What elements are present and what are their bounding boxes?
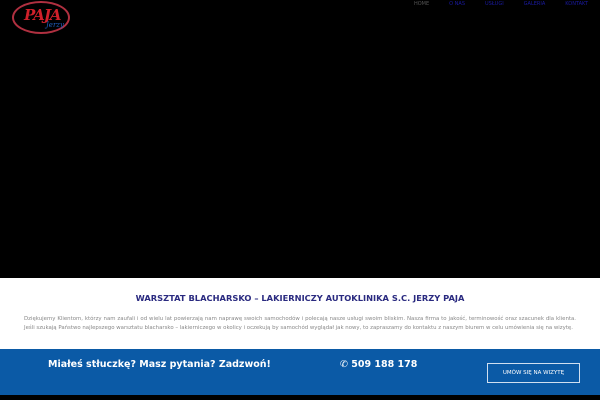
nav-home[interactable]: HOME	[414, 0, 429, 8]
logo-sub: Jerzy	[46, 21, 64, 29]
phone-icon: ✆	[340, 359, 348, 370]
main-nav: HOME O NAS USŁUGI GALERIA KONTAKT	[414, 0, 588, 8]
footer-strip	[0, 395, 600, 400]
nav-gallery[interactable]: GALERIA	[524, 0, 546, 8]
about-text: Dziękujemy Klientom, którzy nam zaufali …	[24, 316, 576, 331]
nav-about[interactable]: O NAS	[449, 0, 465, 8]
phone-number: 509 188 178	[351, 359, 418, 370]
hero-banner	[0, 40, 600, 278]
cta-question: Miałeś stłuczkę? Masz pytania? Zadzwoń!	[48, 359, 271, 370]
phone-link[interactable]: ✆ 509 188 178	[340, 359, 417, 370]
about-title: WARSZTAT BLACHARSKO – LAKIERNICZY AUTOKL…	[135, 293, 465, 303]
logo[interactable]: PAJA Jerzy	[12, 1, 70, 34]
about-section: WARSZTAT BLACHARSKO – LAKIERNICZY AUTOKL…	[0, 278, 600, 349]
book-visit-button[interactable]: UMÓW SIĘ NA WIZYTĘ	[487, 363, 580, 383]
cta-bar: Miałeś stłuczkę? Masz pytania? Zadzwoń! …	[0, 349, 600, 395]
nav-contact[interactable]: KONTAKT	[565, 0, 588, 8]
nav-services[interactable]: USŁUGI	[485, 0, 504, 8]
header: PAJA Jerzy HOME O NAS USŁUGI GALERIA KON…	[0, 0, 600, 40]
